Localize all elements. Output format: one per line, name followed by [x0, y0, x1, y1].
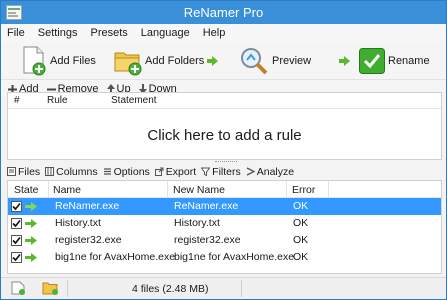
add-folders-button[interactable]: Add Folders	[114, 45, 204, 77]
rules-header: # Rule Statement	[8, 93, 441, 109]
file-error: OK	[293, 234, 309, 246]
window-title: ReNamer Pro	[183, 5, 264, 20]
files-table: State Name New Name Error ReNamer.exe Re…	[7, 180, 442, 274]
files-toolbar: Files Columns Options Export Filters Ana…	[7, 164, 299, 179]
rename-label: Rename	[388, 55, 430, 67]
col-new-name[interactable]: New Name	[173, 184, 225, 196]
check-icon	[12, 219, 21, 228]
rename-button[interactable]: Rename	[359, 45, 430, 77]
filter-icon	[201, 167, 211, 176]
columns-menu-label: Columns	[56, 165, 98, 178]
column-separator[interactable]	[328, 181, 329, 198]
file-name: big1ne for AvaxHome.exe	[55, 251, 176, 263]
check-icon	[12, 202, 21, 211]
file-row[interactable]: register32.exe register32.exe OK	[8, 232, 441, 249]
add-files-button[interactable]: Add Files	[21, 45, 96, 77]
menu-presets[interactable]: Presets	[90, 27, 127, 39]
export-menu-button[interactable]: Export	[154, 165, 197, 178]
document-icon[interactable]	[10, 281, 26, 295]
filters-menu-button[interactable]: Filters	[201, 166, 241, 178]
file-name: register32.exe	[55, 234, 122, 246]
columns-menu-button[interactable]: Columns	[45, 165, 98, 178]
menu-settings[interactable]: Settings	[38, 27, 78, 39]
add-rule-prompt[interactable]: Click here to add a rule	[8, 127, 441, 144]
add-files-label: Add Files	[50, 55, 96, 67]
status-bar: 4 files (2.48 MB)	[1, 277, 446, 299]
col-name[interactable]: Name	[53, 184, 81, 196]
options-menu-button[interactable]: Options	[103, 166, 150, 178]
file-error: OK	[293, 217, 309, 229]
main-toolbar: Add Files Add Folders Preview Rename	[1, 42, 446, 80]
file-name: ReNamer.exe	[55, 200, 120, 212]
analyze-icon	[246, 167, 255, 176]
files-header: State Name New Name Error	[8, 181, 441, 198]
add-files-icon	[23, 46, 46, 76]
files-icon	[7, 167, 16, 176]
renamed-arrow-icon	[25, 202, 37, 211]
rules-col-rule[interactable]: Rule	[47, 95, 68, 106]
column-separator[interactable]	[286, 181, 287, 198]
row-checkbox[interactable]	[11, 218, 22, 229]
preview-label: Preview	[272, 55, 312, 67]
add-folders-label: Add Folders	[145, 55, 205, 67]
options-menu-label: Options	[113, 165, 150, 178]
rules-col-statement[interactable]: Statement	[111, 95, 157, 106]
files-menu-label: Files	[18, 165, 41, 178]
file-error: OK	[293, 251, 309, 263]
column-separator[interactable]	[167, 181, 168, 198]
row-checkbox[interactable]	[11, 252, 22, 263]
menu-bar: File Settings Presets Language Help	[1, 24, 446, 42]
column-separator[interactable]	[48, 181, 49, 198]
title-bar[interactable]: ReNamer Pro	[1, 1, 446, 24]
file-row[interactable]: History.txt History.txt OK	[8, 215, 441, 232]
check-icon	[12, 236, 21, 245]
app-window: ReNamer Pro File Settings Presets Langua…	[0, 0, 447, 300]
renamed-arrow-icon	[25, 219, 37, 228]
row-checkbox[interactable]	[11, 201, 22, 212]
file-error: OK	[293, 200, 309, 212]
row-checkbox[interactable]	[11, 235, 22, 246]
files-menu-button[interactable]: Files	[7, 166, 40, 178]
rules-panel: # Rule Statement Click here to add a rul…	[7, 92, 442, 160]
file-row[interactable]: ReNamer.exe ReNamer.exe OK	[8, 198, 441, 215]
col-state[interactable]: State	[14, 184, 39, 196]
add-folders-icon	[114, 52, 142, 76]
check-icon	[12, 253, 21, 262]
col-error[interactable]: Error	[292, 184, 315, 196]
file-new-name: big1ne for AvaxHome.exe	[174, 251, 295, 263]
export-menu-label: Export	[165, 165, 197, 178]
analyze-menu-label: Analyze	[256, 165, 295, 178]
folder-icon[interactable]	[42, 281, 59, 295]
options-icon	[103, 168, 111, 175]
file-new-name: ReNamer.exe	[174, 200, 239, 212]
file-row[interactable]: big1ne for AvaxHome.exe big1ne for AvaxH…	[8, 249, 441, 266]
magnifier-icon	[241, 48, 268, 75]
file-new-name: register32.exe	[174, 234, 241, 246]
menu-file[interactable]: File	[7, 27, 25, 39]
analyze-menu-button[interactable]: Analyze	[246, 166, 294, 178]
rules-col-number[interactable]: #	[14, 95, 20, 106]
panel-splitter[interactable]	[215, 161, 237, 163]
file-name: History.txt	[55, 217, 101, 229]
status-separator	[241, 280, 242, 297]
status-separator	[67, 280, 68, 297]
export-icon	[154, 167, 164, 176]
filters-menu-label: Filters	[212, 165, 241, 178]
checkmark-icon	[359, 48, 385, 74]
arrow-right-icon	[339, 56, 350, 66]
status-text: 4 files (2.48 MB)	[132, 283, 209, 295]
columns-icon	[45, 167, 55, 176]
menu-language[interactable]: Language	[141, 27, 190, 39]
menu-help[interactable]: Help	[203, 27, 226, 39]
renamed-arrow-icon	[25, 253, 37, 262]
preview-button[interactable]: Preview	[239, 45, 311, 77]
arrow-right-icon	[207, 56, 218, 66]
file-new-name: History.txt	[174, 217, 220, 229]
renamed-arrow-icon	[25, 236, 37, 245]
